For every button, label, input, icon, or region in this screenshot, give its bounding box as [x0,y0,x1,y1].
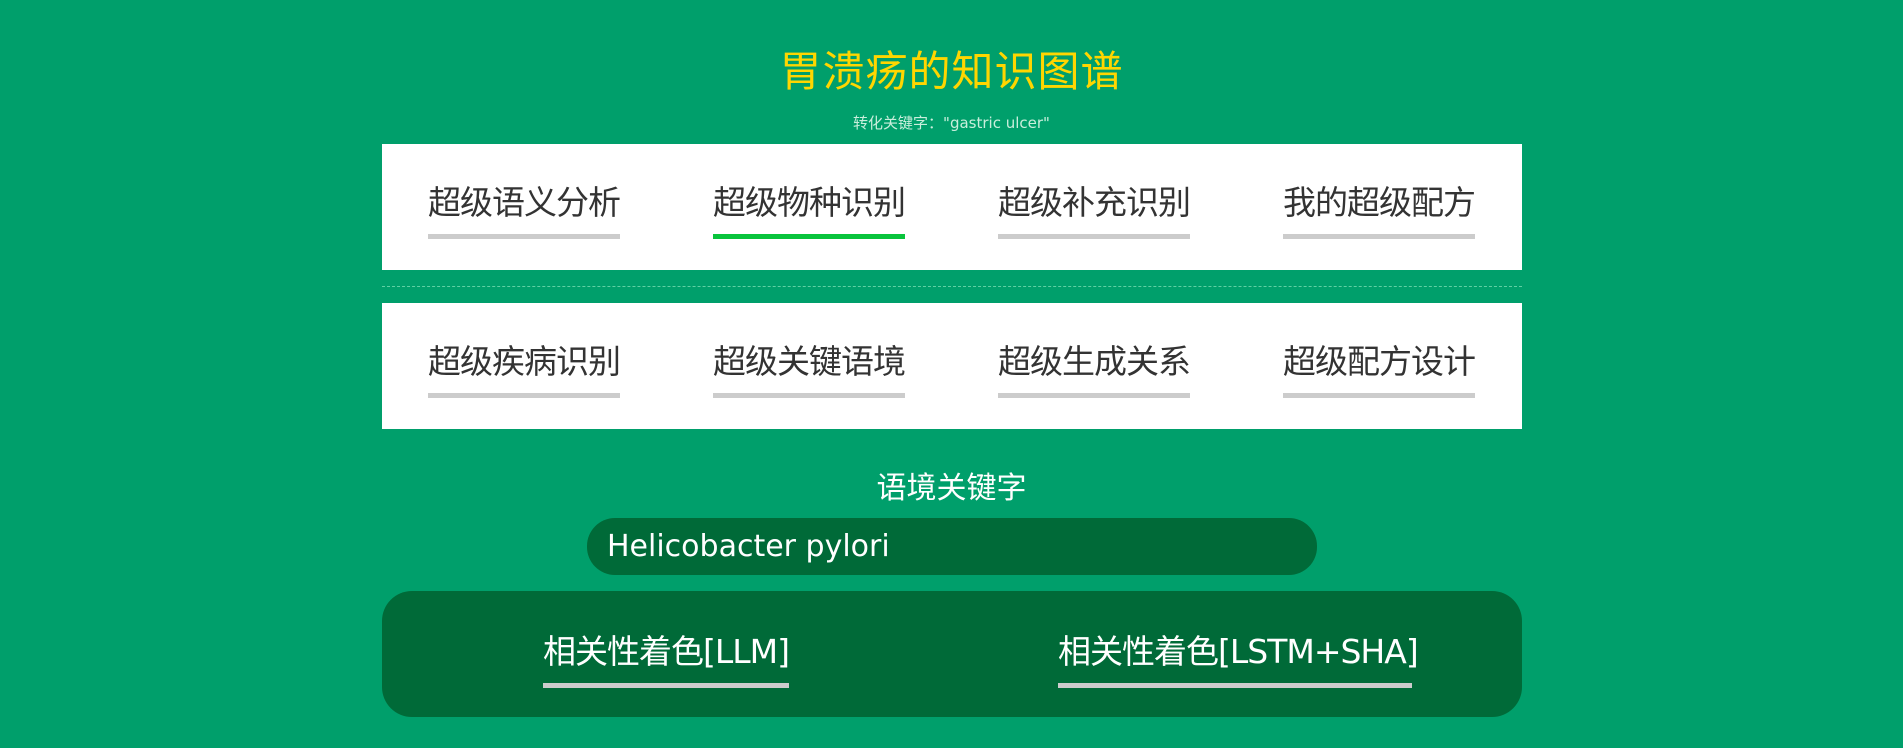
context-keyword-label: 语境关键字 [876,471,1027,506]
tab-key-context[interactable]: 超级关键语境 [713,341,913,403]
tab-label: 超级关键语境 [713,342,906,381]
page-subtitle: 转化关键字："gastric ulcer" [853,114,1050,132]
tab-label: 超级物种识别 [713,183,906,222]
tab-panel-row-1: 超级语义分析 超级物种识别 超级补充识别 我的超级配方 [382,144,1522,270]
tab-underline [998,234,1190,239]
tab-panel-row-2: 超级疾病识别 超级关键语境 超级生成关系 超级配方设计 [382,303,1522,429]
tab-semantic-analysis[interactable]: 超级语义分析 [428,182,628,244]
tab-label: 超级补充识别 [998,183,1191,222]
relevance-coloring-panel: 相关性着色[LLM] 相关性着色[LSTM+SHA] [382,591,1522,717]
relevance-coloring-llm-button[interactable]: 相关性着色[LLM] [543,631,790,688]
button-label: 相关性着色[LSTM+SHA] [1058,632,1419,671]
tab-underline [998,393,1190,398]
tab-underline [1283,234,1475,239]
tab-underline [428,234,620,239]
button-label: 相关性着色[LLM] [543,632,790,671]
tab-underline [428,393,620,398]
tab-underline [1283,393,1475,398]
tab-underline [713,393,905,398]
page-title: 胃溃疡的知识图谱 [779,47,1124,96]
button-underline [1058,683,1412,688]
tab-label: 超级生成关系 [998,342,1191,381]
tab-label: 超级配方设计 [1283,342,1476,381]
relevance-coloring-lstm-sha-button[interactable]: 相关性着色[LSTM+SHA] [1058,631,1419,688]
context-keyword-input[interactable] [587,518,1317,575]
tab-generate-relations[interactable]: 超级生成关系 [998,341,1198,403]
tab-disease-recognition[interactable]: 超级疾病识别 [428,341,628,403]
tab-formula-design[interactable]: 超级配方设计 [1283,341,1483,403]
tab-label: 超级语义分析 [428,183,621,222]
dashed-divider [382,286,1522,287]
button-underline [543,683,789,688]
tab-my-formula[interactable]: 我的超级配方 [1283,182,1483,244]
tab-species-recognition[interactable]: 超级物种识别 [713,182,913,244]
tab-supplement-recognition[interactable]: 超级补充识别 [998,182,1198,244]
tab-label: 我的超级配方 [1283,183,1476,222]
tab-underline-active [713,234,905,239]
tab-label: 超级疾病识别 [428,342,621,381]
